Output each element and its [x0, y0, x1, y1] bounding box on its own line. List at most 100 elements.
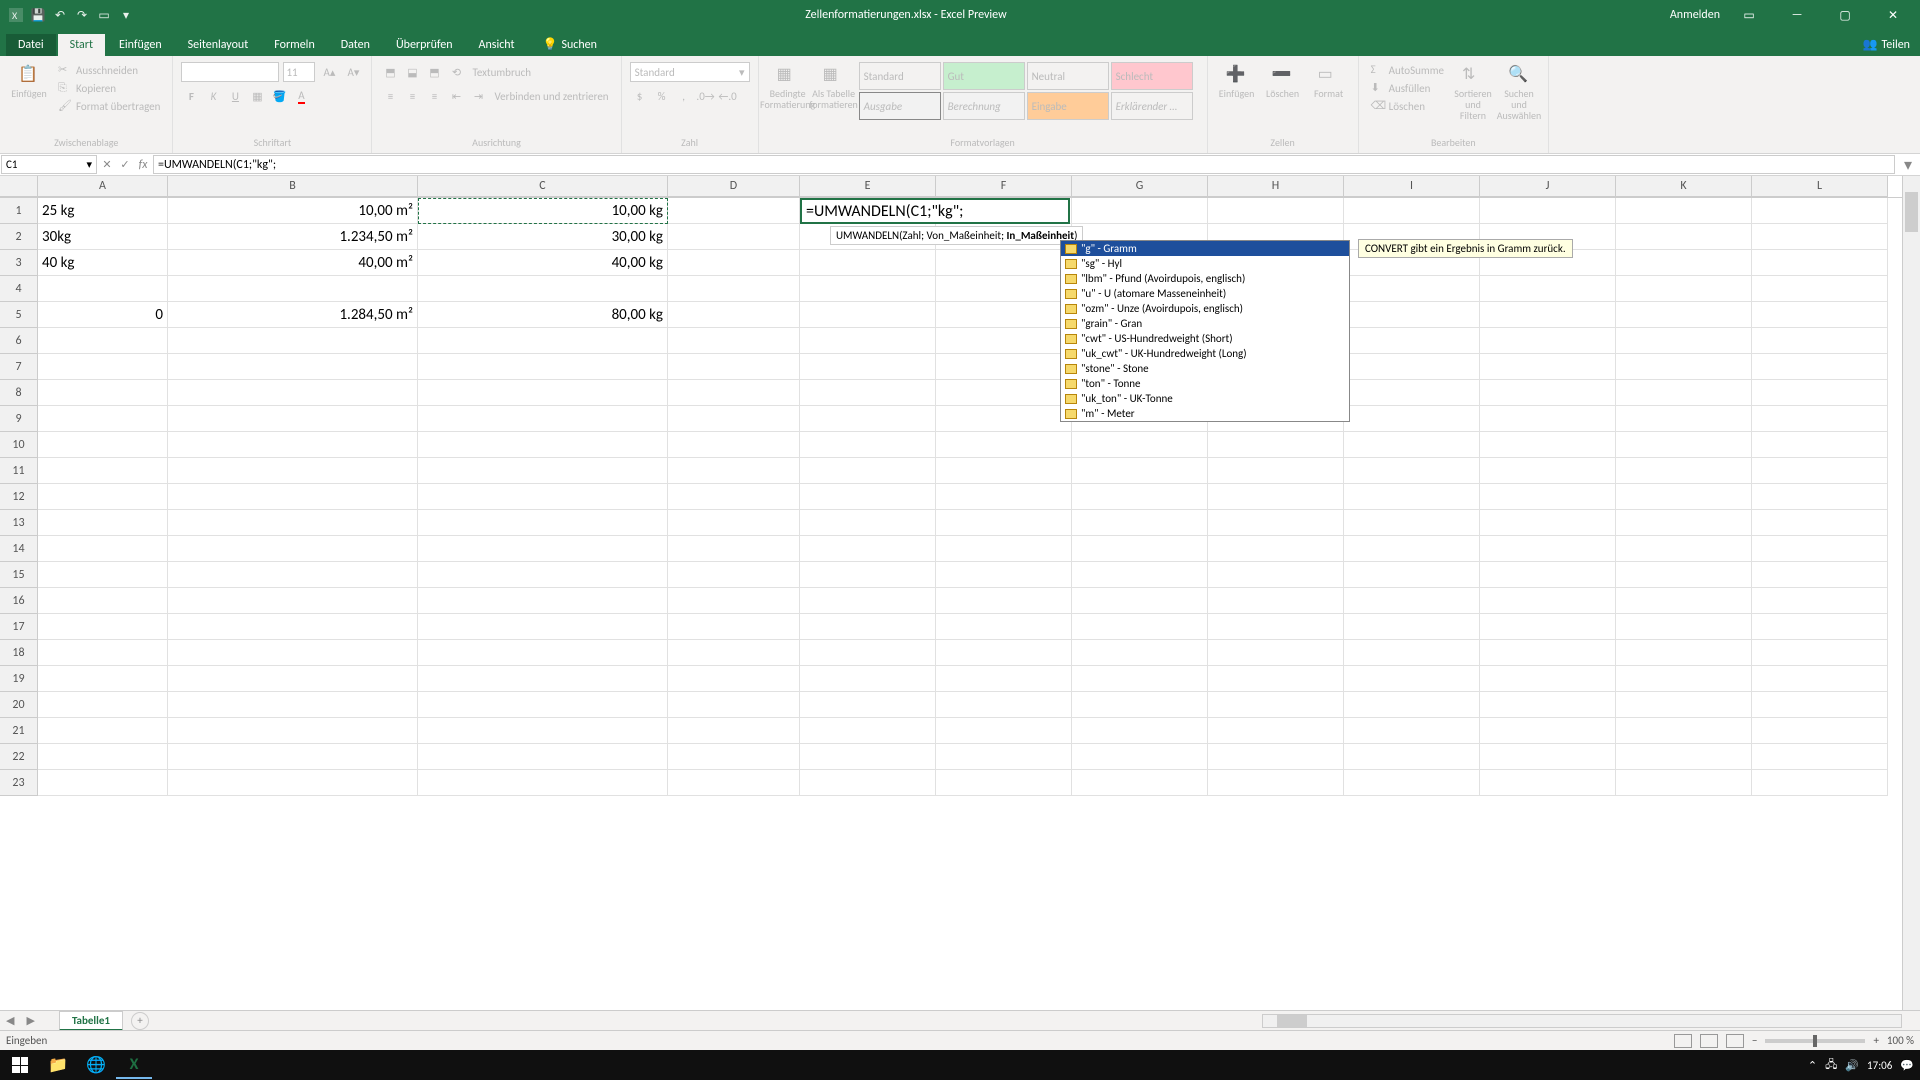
cell-H16[interactable]	[1208, 588, 1344, 614]
align-bottom-icon[interactable]: ⬒	[424, 62, 444, 82]
borders-icon[interactable]: ▦	[247, 86, 267, 106]
cell-K7[interactable]	[1616, 354, 1752, 380]
cell-J4[interactable]	[1480, 276, 1616, 302]
display-options-icon[interactable]: ▭	[1730, 0, 1768, 30]
cell-C20[interactable]	[418, 692, 668, 718]
vertical-scrollbar[interactable]	[1902, 176, 1920, 1010]
cell-H23[interactable]	[1208, 770, 1344, 796]
row-header-8[interactable]: 8	[0, 380, 38, 406]
cell-L1[interactable]	[1752, 198, 1888, 224]
cell-B18[interactable]	[168, 640, 418, 666]
formula-bar[interactable]: =UMWANDELN(C1;"kg";	[153, 155, 1895, 174]
cell-K18[interactable]	[1616, 640, 1752, 666]
cell-J8[interactable]	[1480, 380, 1616, 406]
cell-A15[interactable]	[38, 562, 168, 588]
autocomplete-item[interactable]: "ton" - Tonne	[1061, 376, 1349, 391]
cell-A3[interactable]: 40 kg	[38, 250, 168, 276]
row-header-10[interactable]: 10	[0, 432, 38, 458]
cell-B10[interactable]	[168, 432, 418, 458]
autocomplete-item[interactable]: "sg" - Hyl	[1061, 256, 1349, 271]
cell-A2[interactable]: 30kg	[38, 224, 168, 250]
enter-formula-icon[interactable]: ✓	[116, 154, 134, 175]
cell-C12[interactable]	[418, 484, 668, 510]
cell-C7[interactable]	[418, 354, 668, 380]
autocomplete-item[interactable]: "u" - U (atomare Masseneinheit)	[1061, 286, 1349, 301]
cell-F11[interactable]	[936, 458, 1072, 484]
row-header-3[interactable]: 3	[0, 250, 38, 276]
align-middle-icon[interactable]: ⬓	[402, 62, 422, 82]
cell-C10[interactable]	[418, 432, 668, 458]
cell-D3[interactable]	[668, 250, 800, 276]
autocomplete-item[interactable]: "m" - Meter	[1061, 406, 1349, 421]
close-icon[interactable]: ✕	[1874, 0, 1912, 30]
cell-I12[interactable]	[1344, 484, 1480, 510]
cell-K12[interactable]	[1616, 484, 1752, 510]
font-size-input[interactable]	[283, 62, 315, 82]
signin-link[interactable]: Anmelden	[1670, 8, 1720, 22]
cell-J13[interactable]	[1480, 510, 1616, 536]
style-ausgabe[interactable]: Ausgabe	[859, 92, 941, 120]
cell-I22[interactable]	[1344, 744, 1480, 770]
cell-L2[interactable]	[1752, 224, 1888, 250]
taskbar-edge-icon[interactable]: 🌐	[78, 1051, 114, 1079]
cell-B5[interactable]: 1.284,50 m²	[168, 302, 418, 328]
cell-F4[interactable]	[936, 276, 1072, 302]
cell-B14[interactable]	[168, 536, 418, 562]
cell-H1[interactable]	[1208, 198, 1344, 224]
cell-C2[interactable]: 30,00 kg	[418, 224, 668, 250]
cell-B3[interactable]: 40,00 m²	[168, 250, 418, 276]
cell-F14[interactable]	[936, 536, 1072, 562]
cell-L18[interactable]	[1752, 640, 1888, 666]
autosum-button[interactable]: ΣAutoSumme	[1367, 62, 1448, 78]
cell-E23[interactable]	[800, 770, 936, 796]
tab-review[interactable]: Überprüfen	[384, 34, 465, 56]
expand-formula-bar-icon[interactable]: ▾	[1896, 154, 1920, 175]
cell-A8[interactable]	[38, 380, 168, 406]
cell-A14[interactable]	[38, 536, 168, 562]
zoom-slider-thumb[interactable]	[1813, 1035, 1817, 1047]
zoom-level[interactable]: 100 %	[1887, 1034, 1914, 1047]
cell-L4[interactable]	[1752, 276, 1888, 302]
select-all-corner[interactable]	[0, 176, 38, 197]
cell-J15[interactable]	[1480, 562, 1616, 588]
cell-A13[interactable]	[38, 510, 168, 536]
cell-F16[interactable]	[936, 588, 1072, 614]
sort-filter-button[interactable]: ⇅Sortieren und Filtern	[1452, 62, 1494, 123]
style-standard[interactable]: Standard	[859, 62, 941, 90]
cell-D20[interactable]	[668, 692, 800, 718]
cell-D13[interactable]	[668, 510, 800, 536]
wrap-text-button[interactable]: Textumbruch	[468, 62, 535, 82]
cell-K6[interactable]	[1616, 328, 1752, 354]
tab-file[interactable]: Datei	[6, 34, 56, 56]
cell-L17[interactable]	[1752, 614, 1888, 640]
cell-B12[interactable]	[168, 484, 418, 510]
tab-data[interactable]: Daten	[329, 34, 382, 56]
fill-button[interactable]: ⬇Ausfüllen	[1367, 80, 1448, 96]
cell-I15[interactable]	[1344, 562, 1480, 588]
cell-I14[interactable]	[1344, 536, 1480, 562]
cell-E6[interactable]	[800, 328, 936, 354]
cell-C22[interactable]	[418, 744, 668, 770]
name-box[interactable]: C1▾	[1, 155, 97, 174]
row-header-20[interactable]: 20	[0, 692, 38, 718]
cell-H13[interactable]	[1208, 510, 1344, 536]
cell-F21[interactable]	[936, 718, 1072, 744]
cell-L3[interactable]	[1752, 250, 1888, 276]
cell-B20[interactable]	[168, 692, 418, 718]
cell-K8[interactable]	[1616, 380, 1752, 406]
col-header-I[interactable]: I	[1344, 176, 1480, 197]
increase-decimal-icon[interactable]: .0→	[696, 86, 716, 106]
cell-F23[interactable]	[936, 770, 1072, 796]
cell-H11[interactable]	[1208, 458, 1344, 484]
cell-G13[interactable]	[1072, 510, 1208, 536]
cell-C21[interactable]	[418, 718, 668, 744]
cell-D12[interactable]	[668, 484, 800, 510]
cell-F8[interactable]	[936, 380, 1072, 406]
cell-A11[interactable]	[38, 458, 168, 484]
tab-view[interactable]: Ansicht	[467, 34, 527, 56]
format-cells-button[interactable]: ▭Format	[1308, 62, 1350, 101]
cell-A20[interactable]	[38, 692, 168, 718]
percent-icon[interactable]: %	[652, 86, 672, 106]
cell-E17[interactable]	[800, 614, 936, 640]
underline-icon[interactable]: U	[225, 86, 245, 106]
